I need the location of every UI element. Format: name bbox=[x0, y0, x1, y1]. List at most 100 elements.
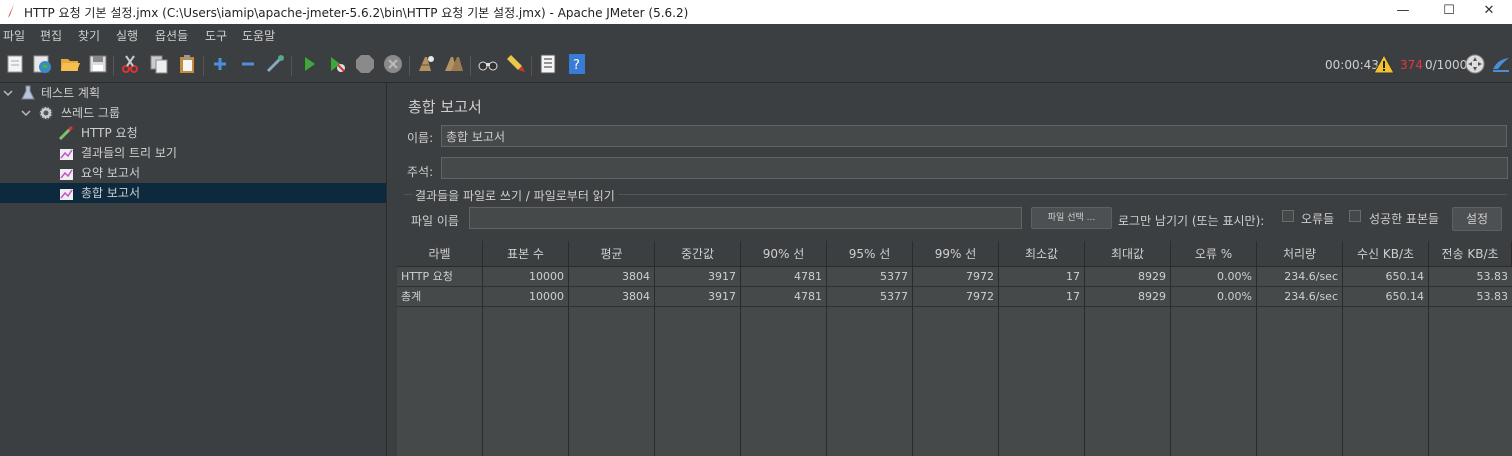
start-no-pause-icon[interactable] bbox=[326, 53, 348, 75]
table-cell[interactable]: 4781 bbox=[741, 267, 827, 287]
toggle-icon[interactable] bbox=[264, 53, 286, 75]
table-cell[interactable]: 234.6/sec bbox=[1257, 287, 1343, 307]
table-cell[interactable]: 10000 bbox=[483, 267, 569, 287]
new-icon[interactable] bbox=[4, 53, 26, 75]
table-cell[interactable]: 0.00% bbox=[1171, 267, 1257, 287]
feather-icon bbox=[8, 4, 14, 18]
table-cell[interactable]: 0.00% bbox=[1171, 287, 1257, 307]
templates-icon[interactable] bbox=[31, 53, 53, 75]
menu-options[interactable]: 옵션들 bbox=[155, 27, 188, 44]
test-plan-tree: 테스트 계획 쓰레드 그룹 HTTP 요청 결과들의 트리 보기 요약 보고서 … bbox=[0, 83, 387, 456]
log-viewer-icon[interactable] bbox=[1490, 53, 1512, 75]
table-cell[interactable]: 17 bbox=[999, 267, 1085, 287]
col-header-median[interactable]: 중간값 bbox=[655, 241, 741, 267]
chevron-down-icon[interactable] bbox=[3, 88, 13, 98]
table-cell[interactable]: 5377 bbox=[827, 267, 913, 287]
comment-field[interactable] bbox=[441, 157, 1508, 179]
settings-button[interactable]: 설정 bbox=[1452, 207, 1502, 231]
chevron-down-icon[interactable] bbox=[21, 108, 31, 118]
table-cell[interactable]: 3804 bbox=[569, 287, 655, 307]
paste-icon[interactable] bbox=[176, 53, 198, 75]
col-header-error[interactable]: 오류 % bbox=[1171, 241, 1257, 267]
table-cell[interactable]: 4781 bbox=[741, 287, 827, 307]
tree-node-summary-report[interactable]: 요약 보고서 bbox=[0, 163, 386, 183]
col-header-label[interactable]: 라벨 bbox=[397, 241, 483, 267]
cut-icon[interactable] bbox=[119, 53, 141, 75]
menu-file[interactable]: 파일 bbox=[3, 27, 25, 44]
tree-label: HTTP 요청 bbox=[81, 126, 138, 140]
tree-node-test-plan[interactable]: 테스트 계획 bbox=[0, 83, 386, 103]
reset-search-icon[interactable] bbox=[504, 53, 526, 75]
copy-icon[interactable] bbox=[148, 53, 170, 75]
warning-icon[interactable] bbox=[1373, 53, 1395, 75]
table-cell[interactable]: 650.14 bbox=[1343, 287, 1429, 307]
table-cell[interactable]: 17 bbox=[999, 287, 1085, 307]
page-title: 총합 보고서 bbox=[408, 98, 482, 116]
col-header-90-line[interactable]: 90% 선 bbox=[741, 241, 827, 267]
table-cell[interactable]: 234.6/sec bbox=[1257, 267, 1343, 287]
minimize-button[interactable]: — bbox=[1380, 0, 1426, 24]
collapse-icon[interactable] bbox=[237, 53, 259, 75]
start-icon[interactable] bbox=[298, 53, 320, 75]
shutdown-icon[interactable] bbox=[382, 53, 404, 75]
search-icon[interactable] bbox=[477, 53, 499, 75]
tree-label: 쓰레드 그룹 bbox=[61, 106, 121, 120]
filename-input[interactable] bbox=[469, 207, 1022, 229]
browse-button[interactable]: 파일 선택 ... bbox=[1031, 207, 1112, 229]
close-button[interactable]: ✕ bbox=[1466, 0, 1512, 24]
column-divider bbox=[654, 307, 655, 456]
table-cell[interactable]: 53.83 bbox=[1429, 267, 1512, 287]
pipette-icon bbox=[58, 125, 74, 141]
errors-checkbox[interactable] bbox=[1282, 210, 1294, 222]
table-cell[interactable]: 8929 bbox=[1085, 267, 1171, 287]
table-cell[interactable]: 7972 bbox=[913, 267, 999, 287]
tree-node-http-request[interactable]: HTTP 요청 bbox=[0, 123, 386, 143]
table-cell[interactable]: 3804 bbox=[569, 267, 655, 287]
col-header-throughput[interactable]: 처리량 bbox=[1257, 241, 1343, 267]
stop-icon[interactable] bbox=[354, 53, 376, 75]
name-field[interactable]: 총합 보고서 bbox=[441, 125, 1507, 147]
table-cell[interactable]: 650.14 bbox=[1343, 267, 1429, 287]
menu-tools[interactable]: 도구 bbox=[205, 27, 227, 44]
aggregate-table: 라벨 표본 수 평균 중간값 90% 선 95% 선 99% 선 최소값 최대값… bbox=[397, 241, 1512, 456]
svg-text:?: ? bbox=[573, 58, 580, 73]
col-header-sent[interactable]: 전송 KB/초 bbox=[1429, 241, 1512, 267]
menu-search[interactable]: 찾기 bbox=[78, 27, 100, 44]
table-cell[interactable]: 3917 bbox=[655, 267, 741, 287]
col-header-received[interactable]: 수신 KB/초 bbox=[1343, 241, 1429, 267]
graph-icon bbox=[60, 189, 73, 200]
table-cell[interactable]: 7972 bbox=[913, 287, 999, 307]
open-icon[interactable] bbox=[59, 53, 81, 75]
gear-icon bbox=[39, 106, 53, 120]
tree-node-aggregate-report[interactable]: 총합 보고서 bbox=[0, 183, 386, 203]
function-helper-icon[interactable] bbox=[537, 53, 559, 75]
table-cell[interactable]: 5377 bbox=[827, 287, 913, 307]
table-cell[interactable]: 10000 bbox=[483, 287, 569, 307]
window-title: HTTP 요청 기본 설정.jmx (C:\Users\iamip\apache… bbox=[24, 6, 689, 20]
col-header-average[interactable]: 평균 bbox=[569, 241, 655, 267]
clear-icon[interactable] bbox=[415, 53, 437, 75]
menu-help[interactable]: 도움말 bbox=[242, 27, 275, 44]
table-cell[interactable]: 총계 bbox=[397, 287, 483, 307]
col-header-99-line[interactable]: 99% 선 bbox=[913, 241, 999, 267]
tree-node-thread-group[interactable]: 쓰레드 그룹 bbox=[0, 103, 386, 123]
help-icon[interactable]: ? bbox=[566, 53, 588, 75]
menu-run[interactable]: 실행 bbox=[116, 27, 138, 44]
table-cell[interactable]: 3917 bbox=[655, 287, 741, 307]
col-header-min[interactable]: 최소값 bbox=[999, 241, 1085, 267]
table-cell[interactable]: 8929 bbox=[1085, 287, 1171, 307]
table-cell[interactable]: 53.83 bbox=[1429, 287, 1512, 307]
expand-icon[interactable] bbox=[209, 53, 231, 75]
active-threads: 0/1000 bbox=[1425, 58, 1468, 72]
save-icon[interactable] bbox=[87, 53, 109, 75]
col-header-samples[interactable]: 표본 수 bbox=[483, 241, 569, 267]
tree-node-results-tree[interactable]: 결과들의 트리 보기 bbox=[0, 143, 386, 163]
log-only-label: 로그만 남기기 (또는 표시만): bbox=[1118, 214, 1265, 228]
column-divider bbox=[1084, 307, 1085, 456]
success-checkbox[interactable] bbox=[1349, 210, 1361, 222]
clear-all-icon[interactable] bbox=[443, 53, 465, 75]
menu-edit[interactable]: 편집 bbox=[40, 27, 62, 44]
table-cell[interactable]: HTTP 요청 bbox=[397, 267, 483, 287]
col-header-95-line[interactable]: 95% 선 bbox=[827, 241, 913, 267]
col-header-max[interactable]: 최대값 bbox=[1085, 241, 1171, 267]
